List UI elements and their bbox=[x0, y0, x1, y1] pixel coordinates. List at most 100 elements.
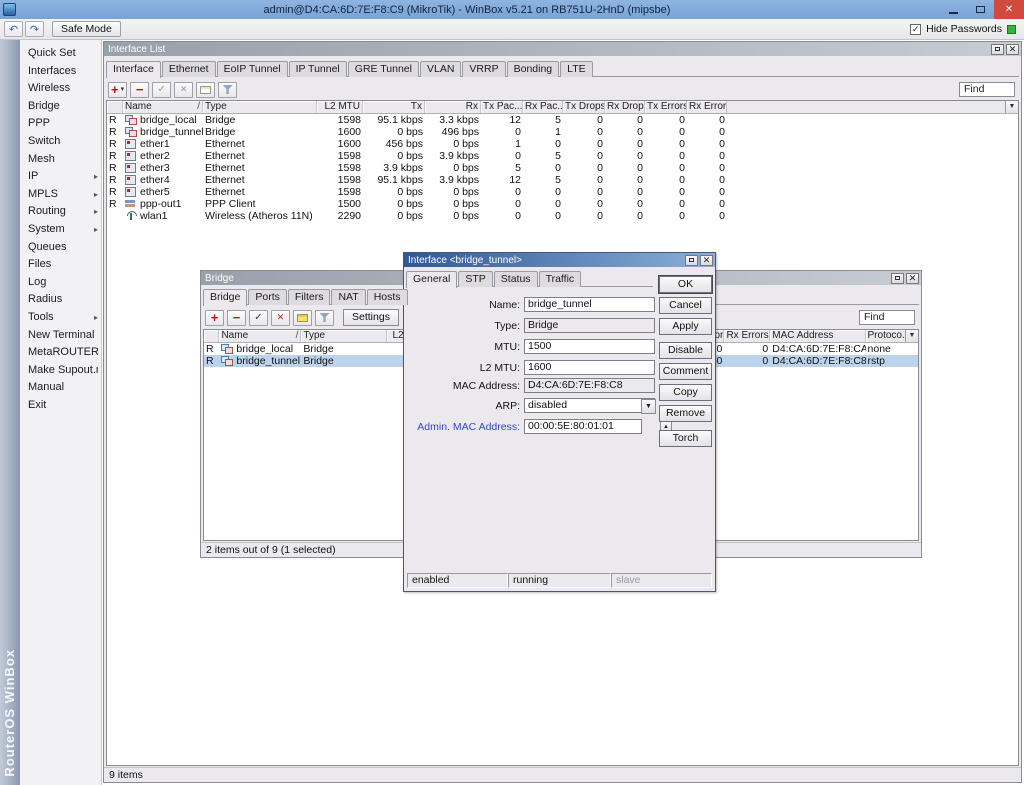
tab[interactable]: Filters bbox=[288, 289, 331, 305]
tab[interactable]: IP Tunnel bbox=[289, 61, 347, 77]
sidebar-item[interactable]: Files bbox=[20, 256, 101, 274]
close-button[interactable]: ✕ bbox=[994, 0, 1024, 19]
sidebar-item[interactable]: Routing ▸ bbox=[20, 203, 101, 221]
tab[interactable]: Bonding bbox=[507, 61, 560, 77]
tab[interactable]: VLAN bbox=[420, 61, 461, 77]
column-chooser-button[interactable]: ▼ bbox=[1005, 101, 1018, 113]
sidebar-item[interactable]: System ▸ bbox=[20, 221, 101, 239]
remove-button[interactable]: − bbox=[227, 310, 246, 326]
add-button[interactable]: + bbox=[205, 310, 224, 326]
sidebar-item[interactable]: Manual bbox=[20, 379, 101, 397]
col-rx-errors[interactable]: Rx Errors bbox=[687, 101, 727, 113]
col-mac-address[interactable]: MAC Address bbox=[770, 330, 865, 342]
l2mtu-field[interactable]: 1600 bbox=[524, 360, 655, 375]
tab[interactable]: Ethernet bbox=[162, 61, 216, 77]
tab[interactable]: Status bbox=[494, 271, 538, 287]
hide-passwords-checkbox[interactable]: ✓ bbox=[910, 24, 921, 35]
dialog-titlebar[interactable]: Interface <bridge_tunnel> ✕ bbox=[404, 253, 715, 267]
tab[interactable]: EoIP Tunnel bbox=[217, 61, 288, 77]
filter-button[interactable] bbox=[315, 310, 334, 326]
tab[interactable]: NAT bbox=[331, 289, 365, 305]
table-row[interactable]: R bridge_local Bridge 1598 95.1 kbps 3.3… bbox=[107, 114, 1018, 126]
disable-button[interactable]: Disable bbox=[659, 342, 712, 359]
add-button[interactable]: +▾ bbox=[108, 82, 127, 98]
sidebar-item[interactable]: MPLS ▸ bbox=[20, 186, 101, 204]
tab[interactable]: Hosts bbox=[367, 289, 408, 305]
find-box[interactable]: Find bbox=[859, 310, 915, 325]
tab[interactable]: General bbox=[406, 271, 457, 288]
remove-button[interactable]: − bbox=[130, 82, 149, 98]
comment-button[interactable] bbox=[196, 82, 215, 98]
sidebar-item[interactable]: Wireless bbox=[20, 80, 101, 98]
tab[interactable]: Interface bbox=[106, 61, 161, 78]
interface-list-close-button[interactable]: ✕ bbox=[1006, 44, 1019, 55]
find-box[interactable]: Find bbox=[959, 82, 1015, 97]
col-rx-drops[interactable]: Rx Drops bbox=[605, 101, 645, 113]
col-tx[interactable]: Tx bbox=[363, 101, 425, 113]
interface-list-restore-button[interactable] bbox=[991, 44, 1004, 55]
filter-button[interactable] bbox=[218, 82, 237, 98]
sidebar-item[interactable]: Quick Set bbox=[20, 45, 101, 63]
col-flag[interactable] bbox=[107, 101, 123, 113]
col-tx-errors[interactable]: Tx Errors bbox=[645, 101, 687, 113]
undo-button[interactable]: ↶ bbox=[4, 21, 23, 37]
tab[interactable]: Traffic bbox=[539, 271, 582, 287]
col-type[interactable]: Type bbox=[301, 330, 387, 342]
sidebar-item[interactable]: Bridge bbox=[20, 98, 101, 116]
sidebar-item[interactable]: Mesh bbox=[20, 151, 101, 169]
tab[interactable]: Ports bbox=[248, 289, 287, 305]
settings-button[interactable]: Settings bbox=[343, 309, 399, 326]
sidebar-item[interactable]: PPP bbox=[20, 115, 101, 133]
cancel-button[interactable]: Cancel bbox=[659, 297, 712, 314]
sidebar-item[interactable]: New Terminal bbox=[20, 327, 101, 345]
remove-button[interactable]: Remove bbox=[659, 405, 712, 422]
comment-button[interactable]: Comment bbox=[659, 363, 712, 380]
minimize-button[interactable] bbox=[940, 0, 967, 19]
sidebar-item[interactable]: Exit bbox=[20, 397, 101, 415]
sidebar-item[interactable]: Make Supout.rif bbox=[20, 362, 101, 380]
mtu-field[interactable]: 1500 bbox=[524, 339, 655, 354]
table-row[interactable]: R bridge_tunnel Bridge 1600 0 bps 496 bp… bbox=[107, 126, 1018, 138]
sidebar-item[interactable]: IP ▸ bbox=[20, 168, 101, 186]
sidebar-item[interactable]: Radius bbox=[20, 291, 101, 309]
col-rx-errors[interactable]: Rx Errors bbox=[724, 330, 770, 342]
tab[interactable]: VRRP bbox=[462, 61, 505, 77]
enable-button[interactable]: ✓ bbox=[249, 310, 268, 326]
bridge-close-button[interactable]: ✕ bbox=[906, 273, 919, 284]
col-name[interactable]: Name/ bbox=[123, 101, 203, 113]
col-type[interactable]: Type bbox=[203, 101, 317, 113]
tab[interactable]: LTE bbox=[560, 61, 592, 77]
table-row[interactable]: R ether1 Ethernet 1600 456 bps 0 bps 1 0… bbox=[107, 138, 1018, 150]
disable-button[interactable]: ✕ bbox=[271, 310, 290, 326]
col-rx[interactable]: Rx bbox=[425, 101, 481, 113]
col-l2mtu[interactable]: L2 MTU bbox=[317, 101, 363, 113]
col-rx-packet[interactable]: Rx Pac... bbox=[523, 101, 563, 113]
comment-button[interactable] bbox=[293, 310, 312, 326]
sidebar-item[interactable]: Log bbox=[20, 274, 101, 292]
table-row[interactable]: R ether5 Ethernet 1598 0 bps 0 bps 0 0 0… bbox=[107, 186, 1018, 198]
col-flag[interactable] bbox=[204, 330, 219, 342]
disable-button[interactable]: ✕ bbox=[174, 82, 193, 98]
dialog-close-button[interactable]: ✕ bbox=[700, 255, 713, 266]
enable-button[interactable]: ✓ bbox=[152, 82, 171, 98]
copy-button[interactable]: Copy bbox=[659, 384, 712, 401]
table-row[interactable]: R ppp-out1 PPP Client 1500 0 bps 0 bps 0… bbox=[107, 198, 1018, 210]
interface-list-titlebar[interactable]: Interface List ✕ bbox=[104, 42, 1021, 56]
col-tx-packet[interactable]: Tx Pac... bbox=[481, 101, 523, 113]
sidebar-item[interactable]: MetaROUTER bbox=[20, 344, 101, 362]
dialog-restore-button[interactable] bbox=[685, 255, 698, 266]
redo-button[interactable]: ↷ bbox=[25, 21, 44, 37]
table-row[interactable]: R ether3 Ethernet 1598 3.9 kbps 0 bps 5 … bbox=[107, 162, 1018, 174]
ok-button[interactable]: OK bbox=[659, 276, 712, 293]
maximize-button[interactable] bbox=[967, 0, 994, 19]
admin-mac-field[interactable]: 00:00:5E:80:01:01 bbox=[524, 419, 642, 434]
col-name[interactable]: Name/ bbox=[219, 330, 301, 342]
sidebar-item[interactable]: Interfaces bbox=[20, 63, 101, 81]
safe-mode-button[interactable]: Safe Mode bbox=[52, 21, 121, 37]
table-row[interactable]: R ether2 Ethernet 1598 0 bps 3.9 kbps 0 … bbox=[107, 150, 1018, 162]
sidebar-item[interactable]: Queues bbox=[20, 239, 101, 257]
table-row[interactable]: wlan1 Wireless (Atheros 11N) 2290 0 bps … bbox=[107, 210, 1018, 222]
arp-dropdown-button[interactable]: ▼ bbox=[641, 399, 656, 414]
col-tx-drops[interactable]: Tx Drops bbox=[563, 101, 605, 113]
arp-select[interactable]: disabled bbox=[524, 398, 655, 413]
